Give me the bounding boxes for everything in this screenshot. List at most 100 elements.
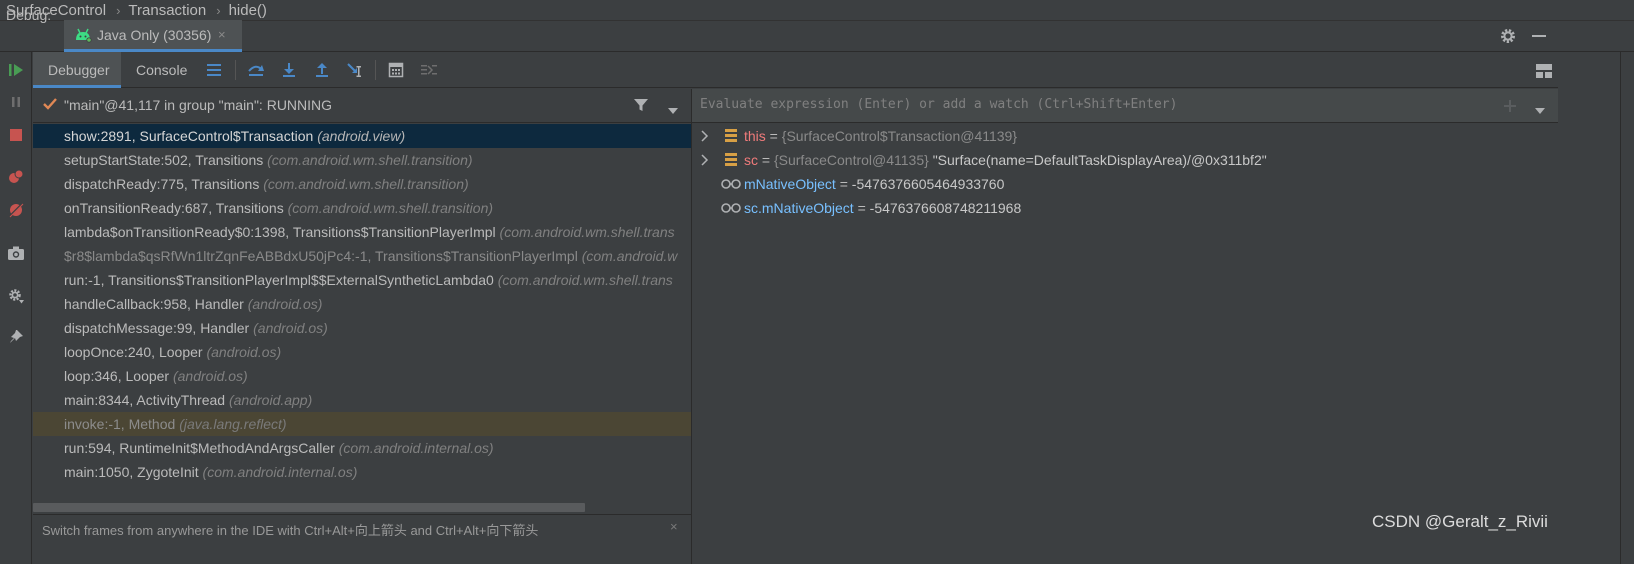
debug-actions-toolbar (0, 52, 32, 564)
right-tool-strip (1620, 52, 1634, 564)
variable-row[interactable]: this = {SurfaceControl$Transaction@41139… (692, 124, 1558, 148)
frame-method: $r8$lambda$qsRfWn1ltrZqnFeABBdxU50jPc4:-… (64, 248, 578, 264)
variable-equals: = (835, 176, 852, 192)
evaluate-expression-icon[interactable] (385, 60, 407, 80)
check-icon (42, 97, 58, 114)
trace-current-stream-icon[interactable] (418, 60, 440, 80)
frame-row[interactable]: dispatchMessage:99, Handler (android.os) (33, 316, 691, 340)
frame-row[interactable]: show:2891, SurfaceControl$Transaction (a… (33, 124, 691, 148)
frame-package: (java.lang.reflect) (179, 416, 287, 432)
add-watch-icon[interactable] (1502, 98, 1518, 117)
frame-package: (com.android.internal.os) (202, 464, 358, 480)
frames-list: show:2891, SurfaceControl$Transaction (a… (33, 124, 691, 500)
debugger-toolbar (33, 52, 1634, 88)
frame-method: dispatchReady:775, Transitions (64, 176, 260, 192)
variable-row[interactable]: sc.mNativeObject = -5476376608748211968 (692, 196, 1558, 220)
variable-name: sc.mNativeObject (744, 200, 854, 216)
variable-value: "Surface(name=DefaultTaskDisplayArea)/@0… (928, 152, 1267, 168)
debug-label: Debug: (6, 7, 52, 23)
chevron-down-icon[interactable] (1534, 102, 1546, 118)
frame-row[interactable]: loopOnce:240, Looper (android.os) (33, 340, 691, 364)
step-over-icon[interactable] (245, 60, 267, 80)
evaluate-expression-input[interactable] (700, 97, 1460, 112)
toolbar-separator (235, 60, 236, 80)
gear-icon[interactable] (1499, 27, 1517, 48)
close-icon[interactable]: × (670, 519, 678, 534)
frame-method: dispatchMessage:99, Handler (64, 320, 250, 336)
pause-program-icon[interactable] (6, 92, 26, 112)
variable-row[interactable]: sc = {SurfaceControl@41135} "Surface(nam… (692, 148, 1558, 172)
frame-method: show:2891, SurfaceControl$Transaction (64, 128, 314, 144)
frame-method: loop:346, Looper (64, 368, 170, 384)
session-label: Java Only (30356) (97, 27, 212, 43)
toolbar-separator (375, 60, 376, 80)
frame-row[interactable]: $r8$lambda$qsRfWn1ltrZqnFeABBdxU50jPc4:-… (33, 244, 691, 268)
run-to-cursor-icon[interactable] (344, 60, 366, 80)
step-into-icon[interactable] (278, 60, 300, 80)
frame-row[interactable]: main:1050, ZygoteInit (com.android.inter… (33, 460, 691, 484)
view-breakpoints-icon[interactable] (6, 167, 26, 187)
frame-row[interactable]: lambda$onTransitionReady$0:1398, Transit… (33, 220, 691, 244)
frame-package: (com.android.w (581, 248, 678, 264)
breadcrumb-chevron-icon: › (216, 2, 221, 18)
variable-row[interactable]: mNativeObject = -5476376605464933760 (692, 172, 1558, 196)
frame-row[interactable]: onTransitionReady:687, Transitions (com.… (33, 196, 691, 220)
frame-package: (android.os) (247, 296, 323, 312)
layout-settings-icon[interactable] (1535, 63, 1553, 82)
minimize-icon[interactable] (1532, 35, 1546, 37)
mute-breakpoints-icon[interactable] (6, 200, 26, 220)
frame-package: (android.app) (228, 392, 313, 408)
frame-row[interactable]: setupStartState:502, Transitions (com.an… (33, 148, 691, 172)
frame-package: (android.os) (253, 320, 328, 336)
frame-row[interactable]: main:8344, ActivityThread (android.app) (33, 388, 691, 412)
frame-method: run:-1, Transitions$TransitionPlayerImpl… (64, 272, 494, 288)
breadcrumb-item-inner-class[interactable]: Transaction (128, 2, 206, 19)
thread-selector[interactable]: "main"@41,117 in group "main": RUNNING (64, 97, 332, 113)
frames-hint-text: Switch frames from anywhere in the IDE w… (42, 523, 539, 538)
frame-package: (android.view) (317, 128, 406, 144)
variable-name: mNativeObject (744, 176, 836, 192)
frame-method: handleCallback:958, Handler (64, 296, 244, 312)
frame-package: (com.android.wm.shell.transition) (287, 200, 494, 216)
watermark-text: CSDN @Geralt_z_Rivii (1372, 512, 1548, 531)
variable-equals: = (758, 152, 774, 168)
frame-method: loopOnce:240, Looper (64, 344, 203, 360)
variable-equals: = (853, 200, 870, 216)
frame-method: run:594, RuntimeInit$MethodAndArgsCaller (64, 440, 335, 456)
breadcrumb-item-method[interactable]: hide() (229, 2, 267, 19)
chevron-down-icon[interactable] (667, 102, 679, 118)
resume-program-icon[interactable] (6, 60, 26, 80)
frame-method: main:8344, ActivityThread (64, 392, 226, 408)
close-icon[interactable]: × (218, 27, 226, 42)
tab-console[interactable]: Console (136, 62, 187, 78)
frame-method: lambda$onTransitionReady$0:1398, Transit… (64, 224, 496, 240)
frame-row[interactable]: invoke:-1, Method (java.lang.reflect) (33, 412, 691, 436)
frame-package: (com.android.internal.os) (338, 440, 494, 456)
pin-icon[interactable] (6, 327, 26, 347)
frame-row[interactable]: handleCallback:958, Handler (android.os) (33, 292, 691, 316)
breadcrumb-chevron-icon: › (116, 2, 121, 18)
variable-name: this (744, 128, 766, 144)
frame-row[interactable]: loop:346, Looper (android.os) (33, 364, 691, 388)
frame-package: (com.android.wm.shell.trans (497, 272, 673, 288)
layout-menu-icon[interactable] (203, 60, 225, 80)
stop-icon[interactable] (6, 125, 26, 145)
horizontal-scrollbar[interactable] (33, 503, 585, 512)
frame-package: (android.os) (206, 344, 282, 360)
step-out-icon[interactable] (311, 60, 333, 80)
debug-tool-window-header (0, 20, 1634, 52)
variable-equals: = (765, 128, 782, 144)
frame-method: setupStartState:502, Transitions (64, 152, 264, 168)
filter-icon[interactable] (633, 97, 649, 116)
android-icon (74, 27, 92, 46)
variables-tree: this = {SurfaceControl$Transaction@41139… (692, 124, 1558, 220)
frame-row[interactable]: run:594, RuntimeInit$MethodAndArgsCaller… (33, 436, 691, 460)
camera-icon[interactable] (6, 243, 26, 263)
settings-icon[interactable] (6, 286, 26, 306)
frame-method: onTransitionReady:687, Transitions (64, 200, 284, 216)
frame-row[interactable]: dispatchReady:775, Transitions (com.andr… (33, 172, 691, 196)
frame-method: invoke:-1, Method (64, 416, 176, 432)
variable-type: {SurfaceControl$Transaction@41139} (781, 128, 1018, 144)
variable-name: sc (744, 152, 758, 168)
frame-row[interactable]: run:-1, Transitions$TransitionPlayerImpl… (33, 268, 691, 292)
